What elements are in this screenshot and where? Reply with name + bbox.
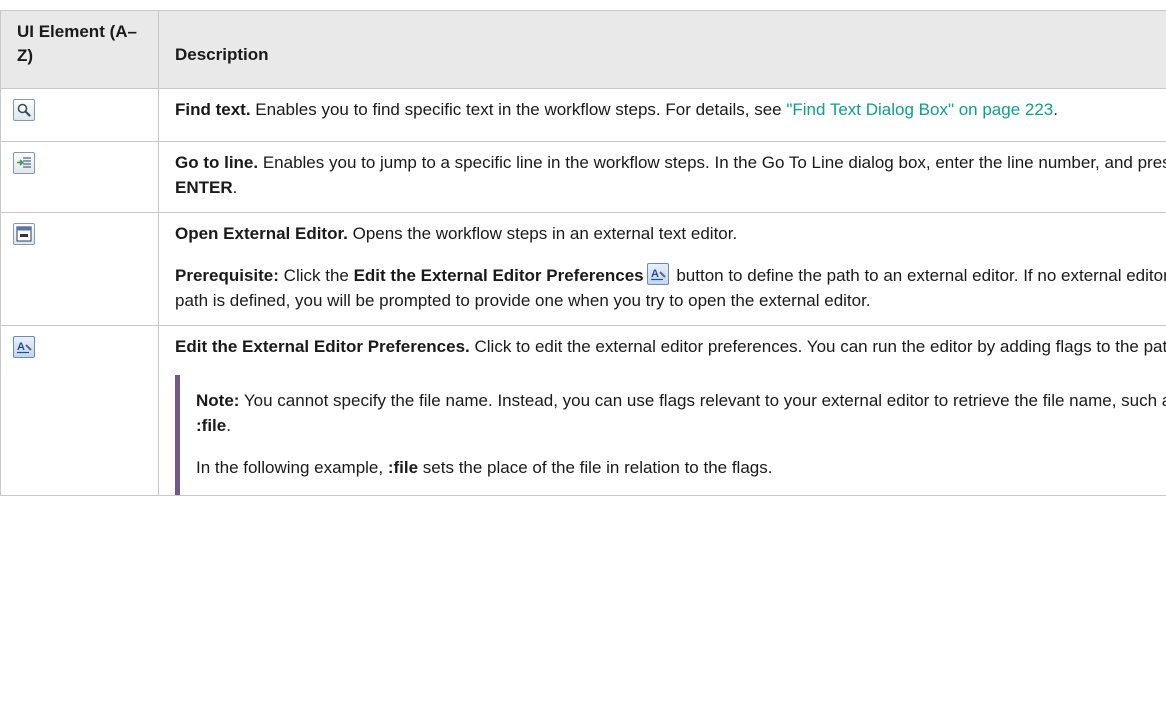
description-cell: Find text. Enables you to find specific … xyxy=(158,88,1166,142)
external-editor-icon xyxy=(13,223,35,245)
row-description: Go to line. Enables you to jump to a spe… xyxy=(175,153,1166,197)
svg-text:A: A xyxy=(17,341,25,353)
icon-cell xyxy=(0,88,159,142)
icon-cell xyxy=(0,212,159,326)
table-row: A Edit the External Editor Preferences. … xyxy=(0,325,1166,496)
table-row: Go to line. Enables you to jump to a spe… xyxy=(0,141,1166,213)
icon-cell: A xyxy=(0,325,159,496)
prerequisite-paragraph: Prerequisite: Click the Edit the Externa… xyxy=(175,246,1166,325)
header-ui-element: UI Element (A–Z) xyxy=(0,10,159,89)
editor-preferences-icon: A xyxy=(646,263,669,285)
svg-text:A: A xyxy=(651,268,659,280)
description-cell: Open External Editor. Opens the workflow… xyxy=(158,212,1166,326)
description-cell: Edit the External Editor Preferences. Cl… xyxy=(158,325,1166,496)
go-to-line-icon xyxy=(13,152,35,174)
note-paragraph: Note: You cannot specify the file name. … xyxy=(196,391,1166,435)
description-cell: Go to line. Enables you to jump to a spe… xyxy=(158,141,1166,213)
row-description: Find text. Enables you to find specific … xyxy=(175,100,1058,119)
header-description: Description xyxy=(158,10,1166,89)
ui-elements-table-container: UI Element (A–Z) Description Find text. … xyxy=(0,10,1166,496)
table-row: Open External Editor. Opens the workflow… xyxy=(0,212,1166,326)
example-paragraph: In the following example, :file sets the… xyxy=(196,458,773,477)
row-title: Go to line. xyxy=(175,153,259,172)
row-description: Open External Editor. Opens the workflow… xyxy=(175,224,738,243)
note-block: Note: You cannot specify the file name. … xyxy=(175,375,1166,495)
editor-preferences-icon: A xyxy=(13,336,35,358)
row-title: Open External Editor. xyxy=(175,224,348,243)
icon-cell xyxy=(0,141,159,213)
table-header-row: UI Element (A–Z) Description xyxy=(0,10,1166,89)
find-text-dialog-link[interactable]: "Find Text Dialog Box" on page 223 xyxy=(786,100,1053,119)
ui-elements-table: UI Element (A–Z) Description Find text. … xyxy=(0,10,1166,496)
table-row: Find text. Enables you to find specific … xyxy=(0,88,1166,142)
row-description: Edit the External Editor Preferences. Cl… xyxy=(175,337,1166,356)
row-title: Edit the External Editor Preferences. xyxy=(175,337,470,356)
search-icon xyxy=(13,99,35,121)
row-title: Find text. xyxy=(175,100,251,119)
